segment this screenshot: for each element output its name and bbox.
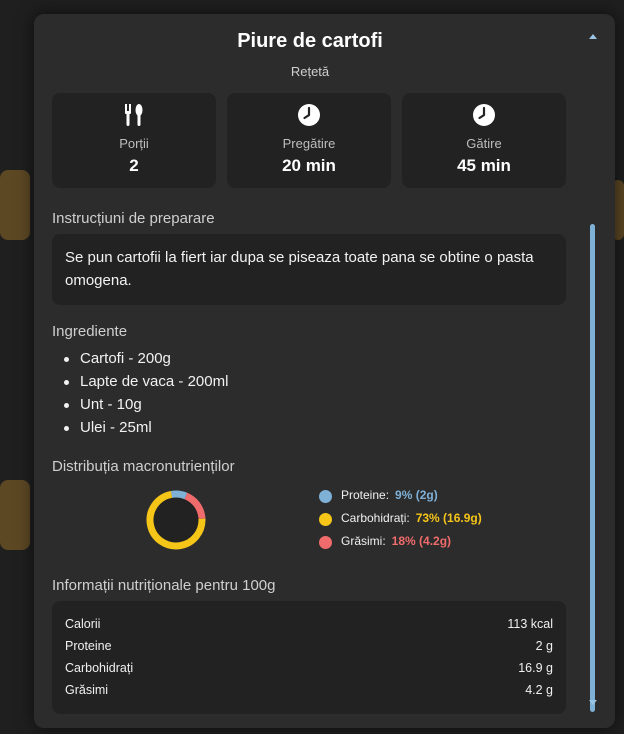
list-item: Lapte de vaca - 200ml xyxy=(52,370,228,393)
list-item: Cartofi - 200g xyxy=(52,347,228,370)
nutrition-value: 2 g xyxy=(535,639,553,653)
ingredients-heading: Ingrediente xyxy=(52,323,128,340)
stat-card-cook: Gătire 45 min xyxy=(402,93,566,188)
ingredients-list: Cartofi - 200g Lapte de vaca - 200ml Unt… xyxy=(52,347,228,439)
nutrition-label: Calorii xyxy=(65,617,101,631)
stat-value: 20 min xyxy=(282,156,336,175)
table-row: Grăsimi 4.2 g xyxy=(65,683,553,697)
list-item: Ulei - 25ml xyxy=(52,416,228,439)
nutrition-value: 113 kcal xyxy=(507,617,553,631)
table-row: Carbohidrați 16.9 g xyxy=(65,661,553,675)
nutrition-value: 4.2 g xyxy=(525,683,553,697)
table-row: Proteine 2 g xyxy=(65,639,553,653)
nutrition-table: Calorii 113 kcal Proteine 2 g Carbohidra… xyxy=(52,601,566,714)
legend-value: 18% (4.2g) xyxy=(391,534,452,548)
stat-value: 45 min xyxy=(457,156,511,175)
clock-icon xyxy=(402,103,566,127)
nutrition-label: Proteine xyxy=(65,639,112,653)
macros-donut-chart xyxy=(146,490,206,550)
utensils-icon xyxy=(52,103,216,127)
nutrition-label: Carbohidrați xyxy=(65,661,134,675)
stat-label: Gătire xyxy=(466,136,502,151)
instructions-heading: Instrucțiuni de preparare xyxy=(52,210,215,227)
legend-dot-icon xyxy=(319,513,332,526)
scroll-up-arrow-icon[interactable] xyxy=(589,34,597,39)
modal-scrollbar[interactable] xyxy=(588,32,598,712)
legend-dot-icon xyxy=(319,536,332,549)
stat-card-prep: Pregătire 20 min xyxy=(227,93,391,188)
clock-icon xyxy=(227,103,391,127)
instructions-text: Se pun cartofii la fiert iar dupa se pis… xyxy=(65,249,534,289)
nutrition-label: Grăsimi xyxy=(65,683,109,697)
scroll-thumb[interactable] xyxy=(590,224,595,712)
instructions-box: Se pun cartofii la fiert iar dupa se pis… xyxy=(52,234,566,305)
legend-label: Carbohidrați: xyxy=(341,511,410,525)
macros-heading: Distribuția macronutrienților xyxy=(52,458,235,475)
nutrition-heading: Informații nutriționale pentru 100g xyxy=(52,577,276,594)
background-food-image-left xyxy=(0,170,30,240)
legend-dot-icon xyxy=(319,490,332,503)
stat-value: 2 xyxy=(129,156,139,175)
legend-label: Proteine: xyxy=(341,488,390,502)
stat-label: Pregătire xyxy=(282,136,336,151)
nutrition-value: 16.9 g xyxy=(518,661,553,675)
legend-label: Grăsimi: xyxy=(341,534,386,548)
scroll-down-arrow-icon[interactable] xyxy=(589,700,597,705)
recipe-title: Piure de cartofi xyxy=(237,30,383,52)
legend-value: 9% (2g) xyxy=(395,488,438,502)
list-item: Unt - 10g xyxy=(52,393,228,416)
recipe-modal: Piure de cartofi Rețetă Porții 2 Pregăti… xyxy=(34,14,615,728)
background-food-image-left-2 xyxy=(0,480,30,550)
legend-value: 73% (16.9g) xyxy=(415,511,482,525)
table-row: Calorii 113 kcal xyxy=(65,617,553,631)
recipe-subtitle: Rețetă xyxy=(290,64,330,79)
stat-card-portions: Porții 2 xyxy=(52,93,216,188)
stat-label: Porții xyxy=(119,136,149,151)
